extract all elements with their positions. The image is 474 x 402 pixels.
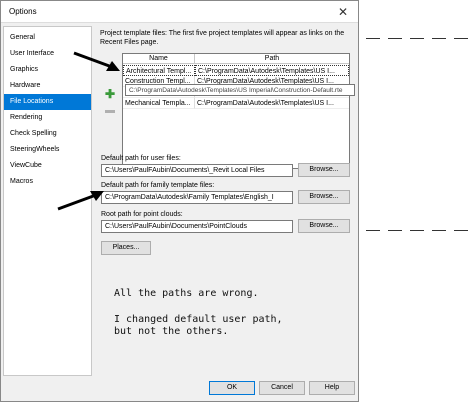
point-clouds-path-field[interactable]: C:\Users\PaulFAubin\Documents\PointCloud… [101,220,293,233]
template-path: C:\ProgramData\Autodesk\Templates\US I..… [195,98,349,109]
background-dash [410,230,424,231]
arrow-icon [73,51,120,71]
ok-button[interactable]: OK [209,381,255,395]
column-header-name[interactable]: Name [123,54,195,64]
template-description: Project template files: The first five p… [100,30,345,46]
browse-user-files-button[interactable]: Browse... [298,163,350,177]
table-row[interactable]: Architectural Templ... C:\ProgramData\Au… [123,65,349,76]
annotation-line-3: but not the others. [114,326,229,337]
background-dash [388,230,402,231]
sidebar-item-hardware[interactable]: Hardware [4,78,91,94]
sidebar-item-general[interactable]: General [4,30,91,46]
background-dash [366,230,380,231]
close-icon[interactable]: ✕ [336,5,350,19]
arrow-icon [57,191,104,211]
table-row[interactable]: Mechanical Templa... C:\ProgramData\Auto… [123,98,349,109]
template-name: Architectural Templ... [123,65,195,76]
background-dash [432,38,446,39]
sidebar-item-file-locations[interactable]: File Locations [4,94,91,110]
sidebar-item-steeringwheels[interactable]: SteeringWheels [4,142,91,158]
user-files-label: Default path for user files: [101,155,181,162]
template-path: C:\ProgramData\Autodesk\Templates\US I..… [195,65,349,76]
add-icon[interactable]: ✚ [103,88,117,100]
background-dash [388,38,402,39]
column-header-path[interactable]: Path [195,54,349,64]
point-clouds-label: Root path for point clouds: [101,211,183,218]
background-dash [454,230,468,231]
annotation-line-1: All the paths are wrong. [114,288,259,299]
sidebar-item-viewcube[interactable]: ViewCube [4,158,91,174]
background-dash [432,230,446,231]
sidebar-item-check-spelling[interactable]: Check Spelling [4,126,91,142]
path-tooltip: C:\ProgramData\Autodesk\Templates\US Imp… [125,84,355,96]
places-button[interactable]: Places... [101,241,151,255]
remove-icon[interactable]: ▬ [103,105,117,117]
background-dash [454,38,468,39]
window-title: Options [9,7,37,16]
help-button[interactable]: Help [309,381,355,395]
annotation-line-2: I changed default user path, [114,314,283,325]
options-dialog: Options ✕ General User Interface Graphic… [0,0,359,402]
template-table: Name Path Architectural Templ... C:\Prog… [122,53,350,169]
family-templates-label: Default path for family template files: [101,182,215,189]
background-dash [366,38,380,39]
title-bar: Options ✕ [1,1,358,23]
browse-family-templates-button[interactable]: Browse... [298,190,350,204]
sidebar-item-rendering[interactable]: Rendering [4,110,91,126]
family-templates-path-field[interactable]: C:\ProgramData\Autodesk\Family Templates… [101,191,293,204]
cancel-button[interactable]: Cancel [259,381,305,395]
user-files-path-field[interactable]: C:\Users\PaulFAubin\Documents\_Revit Loc… [101,164,293,177]
template-name: Mechanical Templa... [123,98,195,109]
browse-point-clouds-button[interactable]: Browse... [298,219,350,233]
background-dash [410,38,424,39]
